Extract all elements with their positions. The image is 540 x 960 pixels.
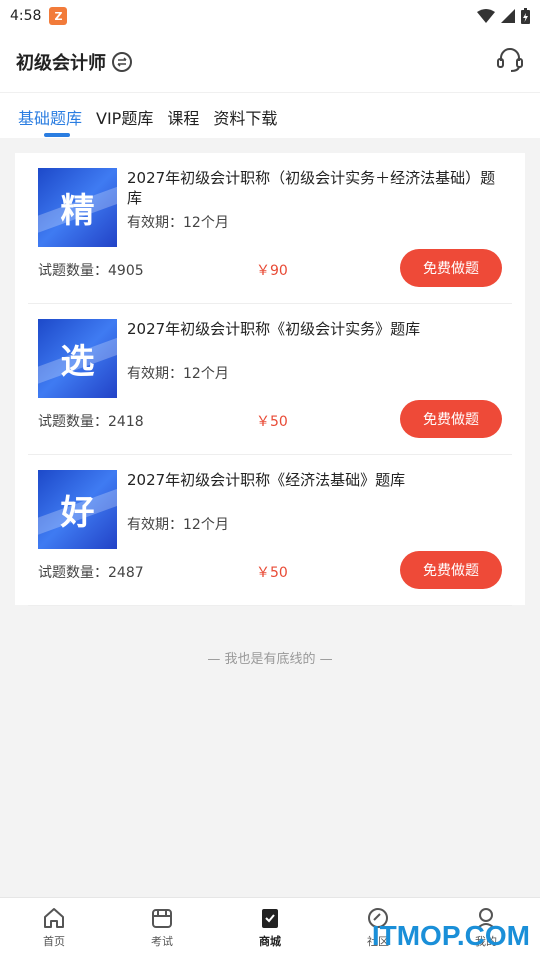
- status-indicators: [477, 8, 530, 24]
- tab-courses[interactable]: 课程: [167, 93, 199, 139]
- customer-service-icon[interactable]: [496, 46, 524, 78]
- nav-item-mall[interactable]: 商城: [216, 898, 324, 960]
- item-validity: 有效期：12个月: [127, 215, 229, 231]
- status-time: 4:58: [10, 8, 42, 24]
- app-notification-icon: Z: [49, 7, 68, 25]
- tab-basic-bank[interactable]: 基础题库: [18, 93, 82, 139]
- nav-item-exam[interactable]: 考试: [108, 898, 216, 960]
- nav-item-home[interactable]: 首页: [0, 898, 108, 960]
- item-price: ￥50: [256, 565, 288, 581]
- exam-icon: [152, 909, 172, 928]
- product-cover-image: 好: [38, 470, 117, 549]
- free-practice-button[interactable]: 免费做题: [400, 400, 502, 438]
- switch-exam-icon[interactable]: [112, 52, 132, 72]
- list-item[interactable]: 选 2027年初级会计职称《初级会计实务》题库 有效期：12个月 试题数量：24…: [28, 304, 512, 455]
- status-bar: 4:58 Z: [0, 0, 540, 32]
- watermark: ITMOP.COM: [371, 920, 530, 951]
- category-tabs: 基础题库 VIP题库 课程 资料下载: [0, 92, 540, 138]
- product-cover-image: 选: [38, 319, 117, 398]
- item-price: ￥90: [256, 263, 288, 279]
- item-validity: 有效期：12个月: [127, 517, 229, 533]
- item-title: 2027年初级会计职称《经济法基础》题库: [127, 471, 406, 489]
- signal-icon: [501, 9, 515, 23]
- item-price: ￥50: [256, 414, 288, 430]
- end-of-list-note: — 我也是有底线的 —: [207, 652, 333, 667]
- question-bank-list: 精 2027年初级会计职称（初级会计实务＋经济法基础）题库 有效期：12个月 试…: [15, 153, 525, 606]
- list-item[interactable]: 精 2027年初级会计职称（初级会计实务＋经济法基础）题库 有效期：12个月 试…: [28, 153, 512, 304]
- home-icon: [44, 908, 64, 928]
- question-count: 试题数量：2418: [38, 414, 144, 430]
- page-title: 初级会计师: [16, 53, 106, 74]
- battery-icon: [521, 8, 530, 24]
- question-count: 试题数量：4905: [38, 263, 144, 279]
- list-item[interactable]: 好 2027年初级会计职称《经济法基础》题库 有效期：12个月 试题数量：248…: [28, 455, 512, 606]
- nav-label: 考试: [151, 935, 173, 948]
- question-count: 试题数量：2487: [38, 565, 144, 581]
- mall-icon: [262, 909, 278, 928]
- nav-label: 商城: [259, 935, 281, 948]
- cover-char: 精: [60, 191, 95, 231]
- wifi-icon: [477, 9, 495, 23]
- app-header: 初级会计师: [0, 32, 540, 92]
- tab-vip-bank[interactable]: VIP题库: [96, 93, 153, 139]
- tab-downloads[interactable]: 资料下载: [213, 93, 277, 139]
- free-practice-button[interactable]: 免费做题: [400, 249, 502, 287]
- item-validity: 有效期：12个月: [127, 366, 229, 382]
- cover-char: 好: [60, 493, 95, 533]
- product-cover-image: 精: [38, 168, 117, 247]
- item-title: 2027年初级会计职称《初级会计实务》题库: [127, 320, 421, 338]
- free-practice-button[interactable]: 免费做题: [400, 551, 502, 589]
- item-title: 2027年初级会计职称（初级会计实务＋经济法基础）题库: [127, 169, 496, 207]
- cover-char: 选: [60, 342, 95, 382]
- nav-label: 首页: [43, 935, 65, 948]
